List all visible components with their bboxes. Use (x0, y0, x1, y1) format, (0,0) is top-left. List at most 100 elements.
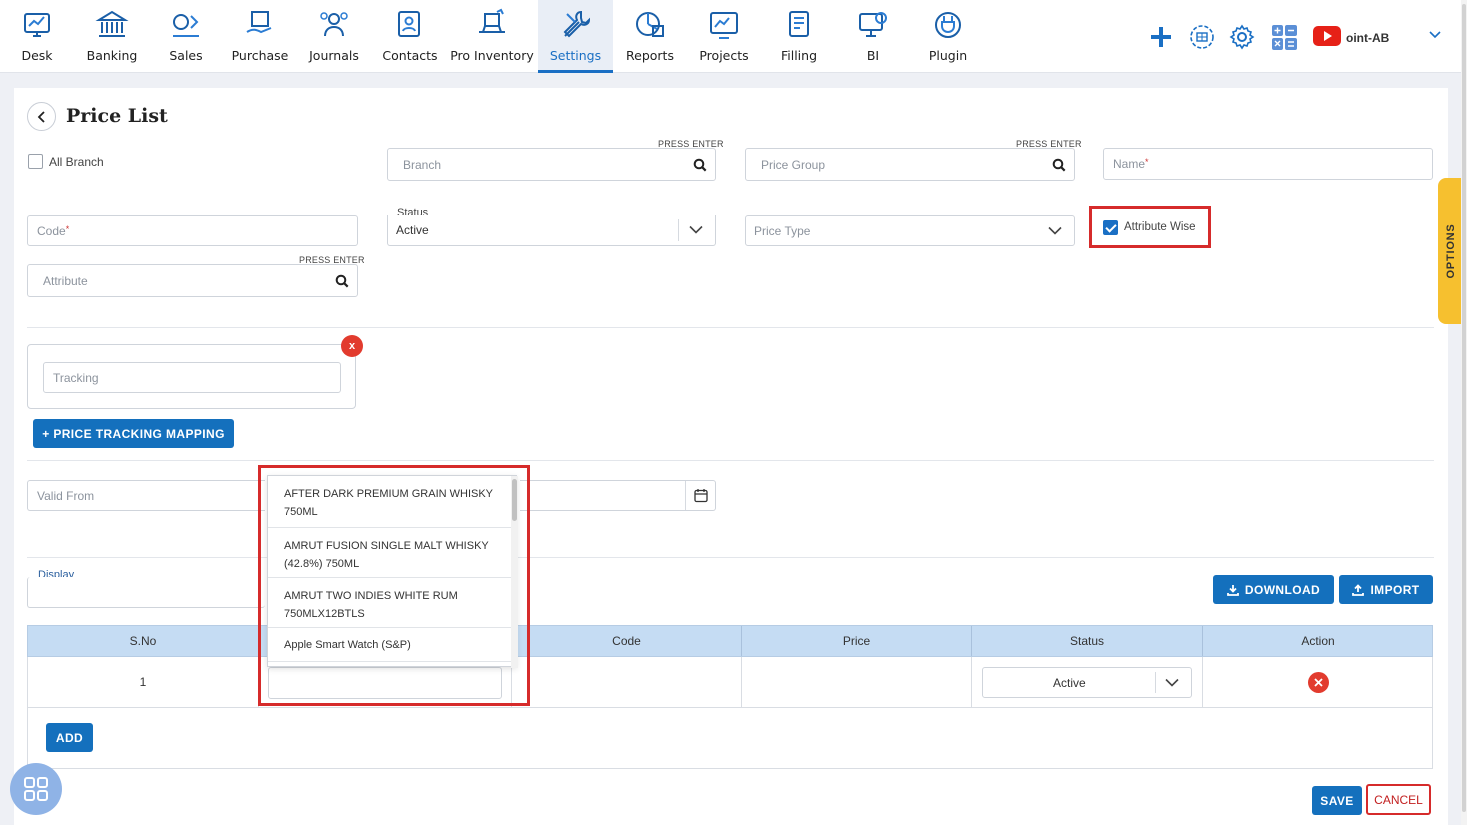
dropdown-option[interactable]: AMRUT FUSION SINGLE MALT WHISKY (42.8%) … (268, 528, 511, 578)
name-placeholder: Name* (1113, 157, 1149, 171)
nav-item-filling[interactable]: Filling (769, 0, 829, 73)
nav-item-reports[interactable]: Reports (620, 0, 680, 73)
bi-icon (859, 12, 887, 37)
options-tab-label: OPTIONS (1444, 223, 1457, 279)
save-button[interactable]: SAVE (1312, 786, 1362, 815)
all-branch-checkbox[interactable] (28, 154, 43, 169)
cell-price (742, 657, 972, 707)
nav-item-label: Journals (309, 48, 359, 63)
attribute-placeholder: Attribute (43, 273, 88, 288)
delete-row-button[interactable] (1307, 671, 1329, 693)
nav-item-contacts[interactable]: Contacts (377, 0, 443, 73)
tracking-placeholder: Tracking (53, 370, 99, 385)
select-separator (1155, 672, 1156, 693)
name-field[interactable]: Name* (1103, 148, 1433, 180)
grid-icon (24, 777, 48, 801)
back-button[interactable] (27, 102, 56, 131)
filling-icon (789, 11, 809, 37)
nav-item-label: Filling (780, 48, 818, 63)
item-search-input[interactable] (268, 667, 502, 699)
nav-item-journals[interactable]: Journals (302, 0, 366, 73)
chevron-down-icon[interactable] (1165, 678, 1179, 687)
upload-icon (1352, 583, 1365, 596)
row-status-value: Active (1053, 675, 1086, 690)
chevron-down-icon[interactable] (689, 225, 703, 235)
download-icon (1226, 584, 1239, 596)
calculator-icon[interactable] (1272, 25, 1297, 50)
status-select[interactable]: Active (387, 215, 716, 246)
column-header-action: Action (1301, 634, 1335, 648)
select-separator (678, 219, 679, 241)
attribute-wise-checkbox[interactable] (1103, 220, 1118, 235)
attribute-field[interactable]: Attribute (27, 264, 358, 297)
import-button[interactable]: IMPORT (1339, 575, 1433, 604)
price-type-placeholder: Price Type (754, 223, 811, 238)
nav-item-label: Pro Inventory (450, 48, 534, 63)
search-icon[interactable] (693, 158, 707, 172)
cell-sno: 1 (28, 657, 259, 707)
valid-from-placeholder: Valid From (37, 488, 95, 503)
valid-from-field[interactable]: Valid From (27, 480, 265, 511)
valid-to-field[interactable] (520, 480, 716, 511)
sync-icon[interactable] (1188, 23, 1216, 51)
price-group-field[interactable]: Price Group (745, 148, 1075, 181)
branch-placeholder: Branch (403, 157, 442, 172)
youtube-icon[interactable] (1313, 26, 1341, 46)
company-name[interactable]: oint-AB (1346, 31, 1389, 45)
desk-icon (24, 13, 50, 37)
inventory-icon (479, 8, 505, 33)
search-icon[interactable] (335, 274, 349, 288)
item-dropdown-list: AFTER DARK PREMIUM GRAIN WHISKY 750ML AM… (267, 475, 518, 668)
nav-item-banking[interactable]: Banking (77, 0, 147, 73)
row-status-select[interactable]: Active (982, 667, 1192, 698)
table-footer (27, 708, 1433, 769)
nav-item-desk[interactable]: Desk (7, 0, 67, 73)
sales-icon (173, 14, 199, 37)
calendar-icon[interactable] (694, 488, 708, 503)
attribute-wise-label: Attribute Wise (1124, 221, 1196, 233)
required-marker: * (65, 223, 70, 234)
display-field[interactable] (27, 577, 265, 608)
chevron-down-icon[interactable] (1048, 226, 1062, 235)
code-field[interactable]: Code* (27, 215, 358, 246)
column-header-price: Price (742, 626, 972, 656)
required-marker: * (1145, 157, 1149, 167)
nav-item-settings[interactable]: Settings (538, 0, 613, 73)
nav-item-label: Sales (169, 48, 203, 63)
field-separator (685, 481, 686, 510)
dropdown-option[interactable]: AFTER DARK PREMIUM GRAIN WHISKY 750ML (268, 476, 511, 528)
nav-item-label: Contacts (382, 48, 438, 63)
branch-field[interactable]: Branch (387, 148, 716, 181)
nav-item-label: Purchase (231, 48, 289, 63)
search-icon[interactable] (1052, 158, 1066, 172)
nav-item-projects[interactable]: Projects (691, 0, 757, 73)
page-scrollbar[interactable] (1461, 0, 1467, 825)
add-icon[interactable] (1149, 25, 1173, 49)
bank-icon (95, 10, 129, 37)
dropdown-option[interactable]: Apple Smart Watch (S&P) (268, 628, 511, 662)
nav-item-pro-inventory[interactable]: Pro Inventory (447, 0, 537, 73)
section-divider (27, 327, 1434, 328)
price-type-select[interactable]: Price Type (745, 215, 1075, 246)
nav-item-purchase[interactable]: Purchase (225, 0, 295, 73)
cell-action (1203, 657, 1433, 707)
gear-icon[interactable] (1229, 24, 1255, 50)
price-tracking-mapping-button[interactable]: + PRICE TRACKING MAPPING (33, 419, 234, 448)
nav-item-plugin[interactable]: Plugin (918, 0, 978, 73)
apps-menu-button[interactable] (10, 763, 62, 815)
add-row-button[interactable]: ADD (46, 723, 93, 752)
download-button[interactable]: DOWNLOAD (1213, 575, 1334, 604)
dropdown-option[interactable]: AMRUT TWO INDIES WHITE RUM 750MLX12BTLS (268, 578, 511, 628)
options-tab[interactable]: OPTIONS (1438, 178, 1463, 324)
dropdown-scrollbar-thumb[interactable] (512, 479, 517, 521)
nav-item-sales[interactable]: Sales (156, 0, 216, 73)
table-header: S.No Code Price Status Action (27, 625, 1433, 657)
column-header-status: Status (972, 626, 1203, 656)
cancel-button[interactable]: CANCEL (1366, 784, 1431, 815)
chevron-down-icon[interactable] (1428, 30, 1442, 40)
nav-item-bi[interactable]: BI (848, 0, 898, 73)
section-divider (27, 557, 1434, 558)
tracking-field[interactable]: Tracking (43, 362, 341, 393)
price-group-placeholder: Price Group (761, 157, 826, 172)
tracking-remove-button[interactable]: x (341, 335, 363, 357)
